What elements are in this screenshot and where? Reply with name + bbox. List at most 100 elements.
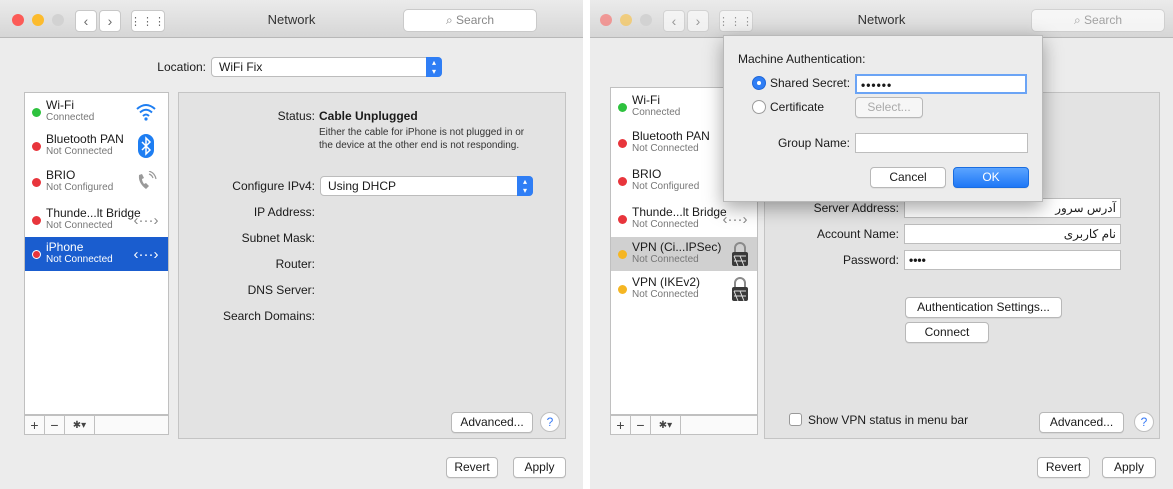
service-item-wifi[interactable]: Wi-Fi Connected bbox=[25, 95, 168, 129]
show-all-button[interactable]: ⋮⋮⋮ bbox=[718, 10, 753, 32]
remove-service-button[interactable]: − bbox=[631, 416, 651, 434]
forward-button[interactable]: › bbox=[99, 10, 121, 32]
revert-button[interactable]: Revert bbox=[446, 457, 498, 478]
service-item-bluetooth-pan[interactable]: Bluetooth PAN Not Connected bbox=[25, 129, 168, 163]
chevron-left-icon: ‹ bbox=[671, 13, 677, 29]
group-name-field[interactable] bbox=[855, 133, 1028, 153]
chevron-left-icon: ‹ bbox=[83, 13, 89, 29]
services-list[interactable]: Wi-Fi Connected Bluetooth PAN Not Connec… bbox=[24, 92, 169, 415]
machine-authentication-sheet: Machine Authentication: Shared Secret: •… bbox=[723, 35, 1043, 202]
wifi-icon bbox=[134, 100, 158, 124]
status-detail-line1: Either the cable for iPhone is not plugg… bbox=[319, 127, 525, 138]
authentication-settings-button[interactable]: Authentication Settings... bbox=[905, 297, 1062, 318]
service-item-vpn-cisco-ipsec[interactable]: VPN (Ci...IPSec) Not Connected bbox=[611, 237, 757, 271]
configure-ipv4-popup[interactable]: Using DHCP ▴ ▾ bbox=[320, 176, 533, 196]
minimize-button[interactable] bbox=[620, 14, 632, 26]
select-certificate-button[interactable]: Select... bbox=[855, 97, 923, 118]
status-dot bbox=[32, 250, 41, 259]
service-actions-bar: + − ✱▾ bbox=[610, 415, 758, 435]
close-button[interactable] bbox=[600, 14, 612, 26]
search-icon: ⌕ bbox=[445, 13, 457, 27]
chevron-right-icon: › bbox=[695, 13, 701, 29]
advanced-button[interactable]: Advanced... bbox=[1039, 412, 1124, 433]
ip-address-label: IP Address: bbox=[253, 205, 315, 219]
add-service-button[interactable]: + bbox=[25, 416, 45, 434]
status-dot bbox=[618, 177, 627, 186]
location-label: Location: bbox=[157, 60, 206, 74]
account-name-label: Account Name: bbox=[816, 227, 899, 241]
back-button[interactable]: ‹ bbox=[663, 10, 685, 32]
close-button[interactable] bbox=[12, 14, 24, 26]
shared-secret-radio[interactable] bbox=[752, 76, 766, 90]
bridge-icon: ‹···› bbox=[133, 245, 159, 263]
ok-button[interactable]: OK bbox=[953, 167, 1029, 188]
grid-icon: ⋮⋮⋮ bbox=[130, 15, 166, 28]
add-service-button[interactable]: + bbox=[611, 416, 631, 434]
status-label: Status: bbox=[277, 109, 315, 123]
title-bar: ‹ › ⋮⋮⋮ Network ⌕ Search bbox=[0, 0, 583, 38]
network-window-left: ‹ › ⋮⋮⋮ Network ⌕ Search Location: WiFi … bbox=[0, 0, 583, 489]
revert-button[interactable]: Revert bbox=[1037, 457, 1090, 478]
apply-button[interactable]: Apply bbox=[513, 457, 566, 478]
sheet-heading: Machine Authentication: bbox=[738, 52, 866, 66]
bridge-icon: ‹···› bbox=[722, 210, 748, 228]
advanced-button[interactable]: Advanced... bbox=[451, 412, 533, 433]
phone-icon bbox=[134, 170, 158, 194]
popup-arrows-icon: ▴ ▾ bbox=[426, 57, 442, 77]
help-button[interactable]: ? bbox=[1134, 412, 1154, 432]
location-popup[interactable]: WiFi Fix ▴ ▾ bbox=[211, 57, 442, 77]
dns-server-label: DNS Server: bbox=[247, 283, 315, 297]
status-dot bbox=[618, 285, 627, 294]
service-item-brio[interactable]: BRIO Not Configured bbox=[25, 165, 168, 199]
zoom-button[interactable] bbox=[640, 14, 652, 26]
account-name-field[interactable]: نام کاربری bbox=[904, 224, 1121, 244]
shared-secret-field[interactable]: •••••• bbox=[855, 74, 1027, 94]
password-label: Password: bbox=[842, 253, 899, 267]
forward-button[interactable]: › bbox=[687, 10, 709, 32]
search-icon: ⌕ bbox=[1073, 13, 1085, 27]
zoom-button[interactable] bbox=[52, 14, 64, 26]
search-field[interactable]: ⌕ Search bbox=[403, 9, 537, 32]
subnet-mask-label: Subnet Mask: bbox=[241, 231, 315, 245]
show-all-button[interactable]: ⋮⋮⋮ bbox=[130, 10, 166, 32]
service-item-vpn-ikev2[interactable]: VPN (IKEv2) Not Connected bbox=[611, 272, 757, 306]
chevron-right-icon: › bbox=[107, 13, 113, 29]
show-vpn-status-checkbox[interactable] bbox=[789, 413, 802, 426]
remove-service-button[interactable]: − bbox=[45, 416, 65, 434]
service-item-thunderbolt-bridge[interactable]: Thunde...lt Bridge Not Connected ‹···› bbox=[25, 203, 168, 237]
bridge-icon: ‹···› bbox=[133, 211, 159, 229]
lock-icon bbox=[732, 242, 748, 267]
gear-icon[interactable]: ✱▾ bbox=[651, 416, 681, 434]
show-vpn-status-label: Show VPN status in menu bar bbox=[808, 413, 969, 427]
certificate-label: Certificate bbox=[770, 100, 825, 114]
gear-icon[interactable]: ✱▾ bbox=[65, 416, 95, 434]
connect-button[interactable]: Connect bbox=[905, 322, 989, 343]
minimize-button[interactable] bbox=[32, 14, 44, 26]
status-dot bbox=[32, 178, 41, 187]
cancel-button[interactable]: Cancel bbox=[870, 167, 946, 188]
detail-panel: Status: Cable Unplugged Either the cable… bbox=[178, 92, 566, 439]
status-dot bbox=[32, 142, 41, 151]
certificate-radio[interactable] bbox=[752, 100, 766, 114]
status-dot bbox=[618, 215, 627, 224]
service-item-iphone[interactable]: iPhone Not Connected ‹···› bbox=[25, 237, 168, 271]
status-dot bbox=[618, 250, 627, 259]
server-address-label: Server Address: bbox=[813, 201, 899, 215]
status-dot bbox=[32, 108, 41, 117]
service-actions-bar: + − ✱▾ bbox=[24, 415, 169, 435]
service-item-thunderbolt-bridge[interactable]: Thunde...lt Bridge Not Connected ‹···› bbox=[611, 202, 757, 236]
help-button[interactable]: ? bbox=[540, 412, 560, 432]
bluetooth-icon bbox=[134, 134, 158, 158]
search-field[interactable]: ⌕ Search bbox=[1031, 9, 1165, 32]
network-window-right: ‹ › ⋮⋮⋮ Network ⌕ Search Wi-Fi Connected… bbox=[590, 0, 1173, 489]
title-bar: ‹ › ⋮⋮⋮ Network ⌕ Search bbox=[590, 0, 1173, 38]
router-label: Router: bbox=[275, 257, 315, 271]
status-detail-line2: the device at the other end is not respo… bbox=[319, 140, 520, 151]
group-name-label: Group Name: bbox=[777, 136, 850, 150]
popup-arrows-icon: ▴ ▾ bbox=[517, 176, 533, 196]
lock-icon bbox=[732, 277, 748, 302]
search-domains-label: Search Domains: bbox=[222, 309, 315, 323]
apply-button[interactable]: Apply bbox=[1102, 457, 1156, 478]
back-button[interactable]: ‹ bbox=[75, 10, 97, 32]
password-field[interactable]: •••• bbox=[904, 250, 1121, 270]
